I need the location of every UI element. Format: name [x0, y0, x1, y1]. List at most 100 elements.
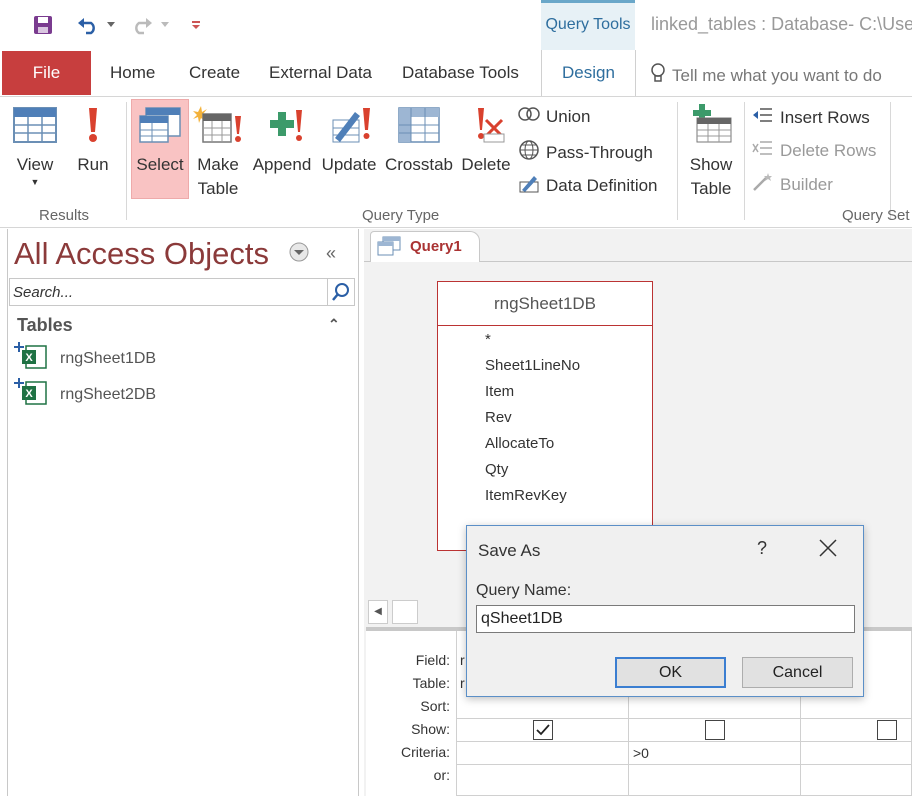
redo-dropdown-icon[interactable] — [158, 12, 172, 38]
close-icon[interactable] — [815, 538, 841, 560]
lightbulb-icon — [650, 63, 666, 88]
field-item[interactable]: AllocateTo — [485, 435, 554, 452]
insert-rows-icon — [752, 106, 774, 129]
linked-excel-table-icon: X — [14, 342, 48, 375]
tab-design[interactable]: Design — [541, 50, 636, 97]
query1-tab-label: Query1 — [410, 238, 462, 255]
collapse-pane-icon[interactable]: « — [326, 243, 344, 263]
update-button[interactable]: Update — [318, 106, 380, 177]
update-label: Update — [321, 155, 377, 174]
make-table-label-2: Table — [197, 179, 239, 198]
field-item-all[interactable]: * — [485, 331, 491, 348]
crosstab-button[interactable]: Crosstab — [382, 106, 456, 177]
query-name-label: Query Name: — [476, 582, 572, 599]
data-definition-icon — [518, 172, 540, 199]
window-title: linked_tables : Database- C:\Users — [651, 14, 912, 34]
cancel-button[interactable]: Cancel — [742, 657, 853, 688]
delete-rows-button[interactable]: Delete Rows — [752, 139, 876, 162]
ok-button[interactable]: OK — [615, 657, 726, 688]
undo-dropdown-icon[interactable] — [104, 12, 118, 38]
pass-through-label: Pass-Through — [546, 142, 653, 162]
field-item[interactable]: ItemRevKey — [485, 487, 567, 504]
field-list-title[interactable]: rngSheet1DB — [438, 282, 652, 326]
grid-row-label-or: or: — [433, 767, 450, 783]
nav-search-box — [9, 278, 355, 306]
show-table-button[interactable]: Show Table — [684, 104, 738, 201]
tab-home[interactable]: Home — [110, 63, 155, 83]
view-label: View — [16, 155, 54, 174]
data-definition-label: Data Definition — [546, 175, 658, 195]
exclamation-icon — [72, 106, 114, 151]
help-icon[interactable]: ? — [752, 538, 772, 559]
tab-external-data[interactable]: External Data — [269, 63, 372, 83]
grid-col1-field[interactable]: r — [460, 652, 465, 668]
field-item[interactable]: Rev — [485, 409, 512, 426]
view-button[interactable]: View ▼ — [10, 106, 60, 187]
globe-icon — [518, 139, 540, 166]
union-icon — [518, 106, 540, 127]
chevron-down-icon: ▼ — [30, 177, 40, 187]
grid-row-label-show: Show: — [411, 721, 450, 737]
tell-me-label: Tell me what you want to do — [672, 65, 882, 85]
grid-col1-table[interactable]: r — [460, 675, 465, 691]
grid-col2-criteria[interactable]: >0 — [633, 745, 649, 761]
field-list-rngsheet1db[interactable]: rngSheet1DB * Sheet1LineNo Item Rev Allo… — [437, 281, 653, 551]
delete-query-button[interactable]: Delete — [458, 106, 514, 177]
crosstab-label: Crosstab — [384, 155, 454, 174]
insert-rows-button[interactable]: Insert Rows — [752, 106, 870, 129]
builder-button[interactable]: Builder — [752, 172, 833, 197]
save-icon[interactable] — [30, 12, 56, 38]
nav-item-label: rngSheet1DB — [60, 349, 157, 367]
search-icon[interactable] — [327, 279, 354, 305]
nav-item-rngsheet2db[interactable]: X rngSheet2DB — [14, 378, 156, 411]
run-button[interactable]: Run — [72, 106, 114, 177]
update-pencil-icon — [318, 106, 380, 151]
nav-item-label: rngSheet2DB — [60, 385, 157, 403]
show-table-label-2: Table — [690, 179, 732, 198]
nav-item-rngsheet1db[interactable]: X rngSheet1DB — [14, 342, 156, 375]
crosstab-icon — [382, 106, 456, 151]
field-item[interactable]: Qty — [485, 461, 508, 478]
show-table-label-1: Show — [689, 155, 733, 174]
grid-row-label-criteria: Criteria: — [400, 744, 450, 760]
customize-qat-icon[interactable] — [188, 12, 204, 38]
show-checkbox-col2[interactable] — [705, 720, 725, 740]
dialog-title: Save As — [478, 541, 541, 560]
show-checkbox-col1[interactable] — [533, 720, 553, 740]
show-checkbox-col3[interactable] — [877, 720, 897, 740]
nav-menu-dropdown-icon[interactable] — [289, 242, 309, 262]
grid-row-label-sort: Sort: — [420, 698, 450, 714]
results-group-label: Results — [39, 207, 90, 224]
search-input[interactable] — [10, 279, 328, 305]
scroll-left-arrow-icon[interactable]: ◀ — [368, 600, 388, 624]
grid-row-line — [456, 718, 912, 719]
tab-create[interactable]: Create — [189, 63, 240, 83]
redo-icon[interactable] — [128, 12, 156, 38]
undo-icon[interactable] — [74, 12, 102, 38]
grid-row-label-field: Field: — [415, 652, 450, 668]
select-query-button[interactable]: Select — [131, 106, 189, 177]
builder-wand-icon — [752, 172, 774, 197]
tab-file[interactable]: File — [2, 51, 91, 95]
query-name-input[interactable] — [476, 605, 855, 633]
datasheet-view-icon — [10, 106, 60, 151]
data-definition-button[interactable]: Data Definition — [518, 172, 658, 199]
tables-section-header[interactable]: Tables — [17, 315, 73, 336]
tell-me-search[interactable]: Tell me what you want to do — [650, 63, 882, 88]
svg-text:X: X — [25, 352, 33, 364]
field-item[interactable]: Item — [485, 383, 514, 400]
ribbon-separator — [677, 102, 678, 220]
insert-rows-label: Insert Rows — [780, 107, 870, 127]
make-table-icon — [192, 106, 244, 151]
append-label: Append — [252, 155, 312, 174]
field-item[interactable]: Sheet1LineNo — [485, 357, 580, 374]
scroll-thumb[interactable] — [392, 600, 418, 624]
nav-pane-title: All Access Objects — [14, 236, 269, 271]
tab-database-tools[interactable]: Database Tools — [402, 63, 519, 83]
union-button[interactable]: Union — [518, 106, 590, 127]
section-collapse-icon[interactable]: ⌃ — [328, 316, 342, 332]
make-table-button[interactable]: Make Table — [192, 106, 244, 201]
delete-x-icon — [458, 106, 514, 151]
append-button[interactable]: Append — [248, 106, 316, 177]
pass-through-button[interactable]: Pass-Through — [518, 139, 653, 166]
